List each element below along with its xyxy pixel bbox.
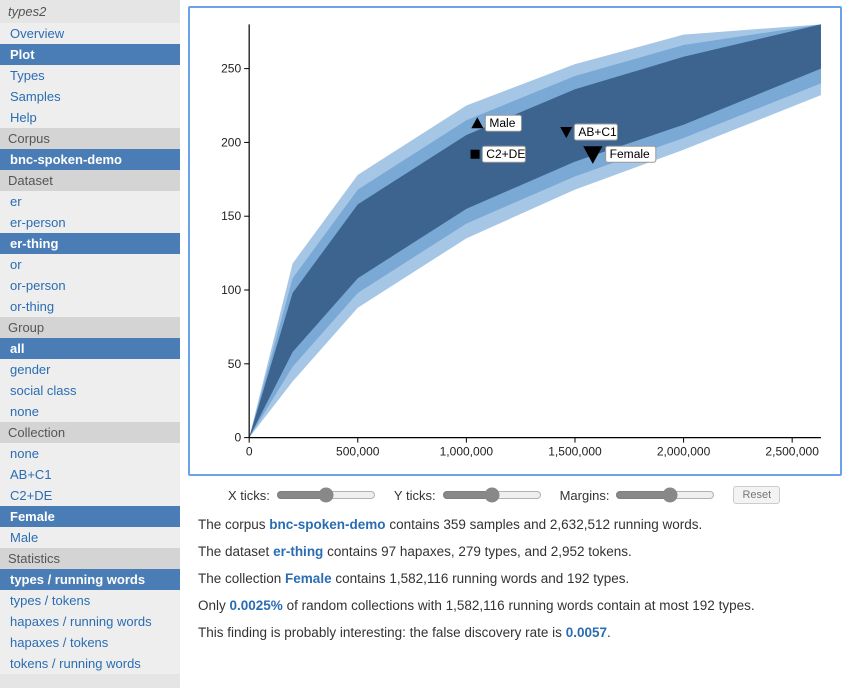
statistics-item[interactable]: types / tokens — [0, 590, 180, 611]
xticks-label: X ticks: — [228, 488, 270, 503]
group-item[interactable]: all — [0, 338, 180, 359]
dataset-item[interactable]: er-thing — [0, 233, 180, 254]
collection-item[interactable]: Male — [0, 527, 180, 548]
sidebar: types2 OverviewPlotTypesSamplesHelpCorpu… — [0, 0, 180, 688]
xticks-control: X ticks: — [228, 487, 376, 503]
chart-container: 0 500,000 1,000,000 1,500,000 2,000,000 2,500… — [188, 6, 842, 476]
collection-item[interactable]: none — [0, 443, 180, 464]
statistics-item[interactable]: hapaxes / running words — [0, 611, 180, 632]
nav-item[interactable]: Samples — [0, 86, 180, 107]
app-title: types2 — [0, 0, 180, 23]
dataset-item[interactable]: er-person — [0, 212, 180, 233]
y-tick-label: 250 — [221, 62, 241, 76]
collection-link[interactable]: Female — [285, 571, 332, 586]
summary-line-collection: The collection Female contains 1,582,116… — [198, 570, 832, 589]
group-item[interactable]: gender — [0, 359, 180, 380]
chart-controls: X ticks: Y ticks: Margins: Reset — [188, 476, 842, 508]
corpus-link[interactable]: bnc-spoken-demo — [269, 517, 385, 532]
dataset-item[interactable]: er — [0, 191, 180, 212]
x-tick-label: 1,500,000 — [548, 445, 602, 459]
summary-line-dataset: The dataset er-thing contains 97 hapaxes… — [198, 543, 832, 562]
collection-item[interactable]: AB+C1 — [0, 464, 180, 485]
dataset-header: Dataset — [0, 170, 180, 191]
y-tick-label: 150 — [221, 209, 241, 223]
reset-button[interactable]: Reset — [733, 486, 780, 504]
chart: 0 500,000 1,000,000 1,500,000 2,000,000 2,500… — [194, 12, 836, 470]
margins-slider[interactable] — [615, 487, 715, 503]
summary-line-random: Only 0.0025% of random collections with … — [198, 597, 832, 616]
dataset-item[interactable]: or-person — [0, 275, 180, 296]
x-tick-label: 2,500,000 — [765, 445, 819, 459]
statistics-item[interactable]: types / running words — [0, 569, 180, 590]
corpus-header: Corpus — [0, 128, 180, 149]
fdr-link[interactable]: 0.0057 — [566, 625, 607, 640]
statistics-item[interactable]: hapaxes / tokens — [0, 632, 180, 653]
collection-header: Collection — [0, 422, 180, 443]
dataset-item[interactable]: or-thing — [0, 296, 180, 317]
corpus-item[interactable]: bnc-spoken-demo — [0, 149, 180, 170]
yticks-slider[interactable] — [442, 487, 542, 503]
collection-item[interactable]: Female — [0, 506, 180, 527]
marker-label: C2+DE — [486, 147, 525, 161]
x-tick-label: 1,000,000 — [440, 445, 494, 459]
x-tick-label: 0 — [246, 445, 253, 459]
nav-item[interactable]: Help — [0, 107, 180, 128]
marker — [471, 150, 480, 159]
nav-item[interactable]: Overview — [0, 23, 180, 44]
marker-label: AB+C1 — [578, 125, 617, 139]
margins-label: Margins: — [560, 488, 610, 503]
statistics-header: Statistics — [0, 548, 180, 569]
dataset-link[interactable]: er-thing — [273, 544, 323, 559]
margins-control: Margins: — [560, 487, 716, 503]
y-tick-label: 100 — [221, 283, 241, 297]
summary: The corpus bnc-spoken-demo contains 359 … — [188, 508, 842, 642]
summary-line-fdr: This finding is probably interesting: th… — [198, 624, 832, 643]
pvalue-link[interactable]: 0.0025% — [230, 598, 283, 613]
nav-item[interactable]: Plot — [0, 44, 180, 65]
group-item[interactable]: social class — [0, 380, 180, 401]
group-header: Group — [0, 317, 180, 338]
x-tick-label: 2,000,000 — [657, 445, 711, 459]
yticks-label: Y ticks: — [394, 488, 436, 503]
group-item[interactable]: none — [0, 401, 180, 422]
marker-label: Male — [489, 116, 515, 130]
yticks-control: Y ticks: — [394, 487, 542, 503]
dataset-item[interactable]: or — [0, 254, 180, 275]
y-tick-label: 50 — [228, 357, 242, 371]
nav-item[interactable]: Types — [0, 65, 180, 86]
collection-item[interactable]: C2+DE — [0, 485, 180, 506]
y-tick-label: 0 — [234, 431, 241, 445]
marker-label: Female — [610, 147, 650, 161]
xticks-slider[interactable] — [276, 487, 376, 503]
main-panel: 0 500,000 1,000,000 1,500,000 2,000,000 2,500… — [180, 0, 850, 688]
x-tick-label: 500,000 — [336, 445, 380, 459]
y-tick-label: 200 — [221, 135, 241, 149]
summary-line-corpus: The corpus bnc-spoken-demo contains 359 … — [198, 516, 832, 535]
statistics-item[interactable]: tokens / running words — [0, 653, 180, 674]
